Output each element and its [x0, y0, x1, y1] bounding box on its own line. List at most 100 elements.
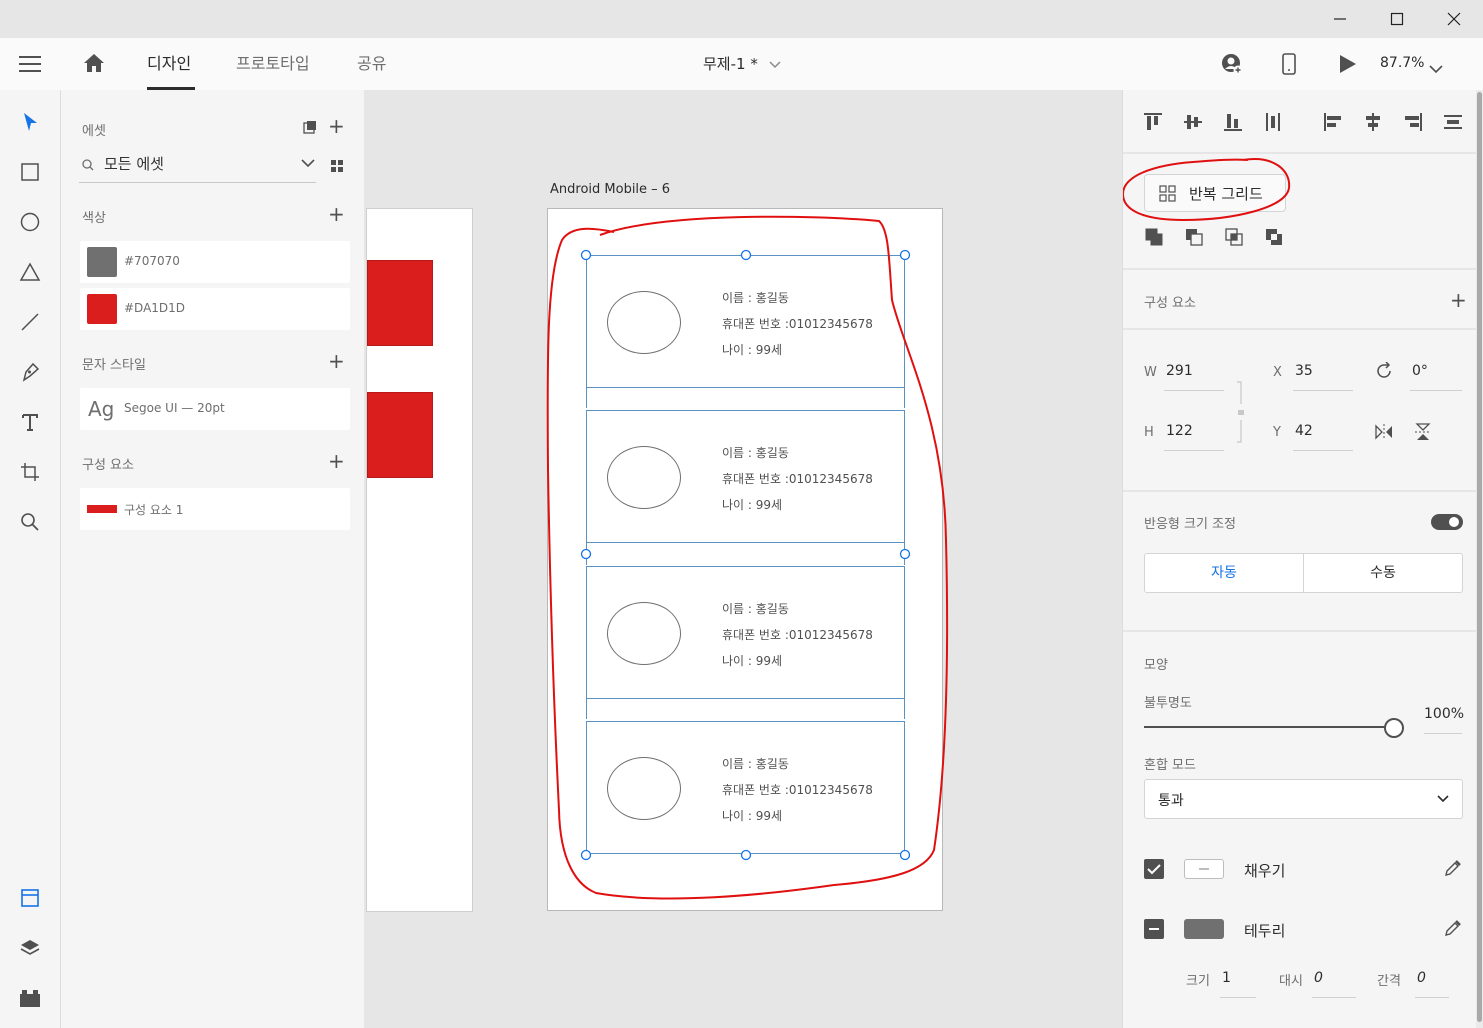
dash-value[interactable]: 0: [1314, 970, 1323, 986]
minimize-button[interactable]: [1313, 0, 1367, 38]
pen-tool[interactable]: [0, 354, 60, 390]
line-tool[interactable]: [0, 304, 60, 340]
x-value[interactable]: 35: [1295, 363, 1313, 379]
gap-value[interactable]: 0: [1417, 970, 1426, 986]
create-component-button[interactable]: +: [1450, 290, 1467, 310]
zoom-value[interactable]: 87.7%: [1380, 38, 1424, 90]
ellipse-icon: [20, 212, 40, 232]
color-asset-red[interactable]: #DA1D1D: [80, 288, 350, 330]
responsive-toggle[interactable]: [1431, 514, 1463, 530]
inspector-scrollbar-thumb[interactable]: [1477, 92, 1482, 1022]
component-thumbnail: [87, 505, 117, 513]
device-preview-button[interactable]: [1282, 53, 1296, 79]
align-bottom-button[interactable]: [1223, 112, 1243, 136]
y-value[interactable]: 42: [1295, 423, 1313, 439]
flip-horizontal-button[interactable]: [1375, 424, 1393, 444]
width-label: W: [1144, 365, 1157, 380]
add-asset-button[interactable]: +: [328, 116, 345, 136]
artboard-tool[interactable]: [0, 454, 60, 490]
invite-user-button[interactable]: [1221, 53, 1243, 79]
title-bar: [0, 0, 1483, 38]
asset-search[interactable]: 모든 에셋: [79, 150, 316, 183]
menu-button[interactable]: [19, 54, 41, 78]
align-center-button[interactable]: [1363, 112, 1383, 136]
blend-mode-select[interactable]: 통과: [1144, 779, 1463, 819]
exclude-boolean-button[interactable]: [1265, 228, 1283, 250]
color-asset-gray[interactable]: #707070: [80, 241, 350, 283]
width-value[interactable]: 291: [1166, 363, 1193, 379]
opacity-slider-thumb[interactable]: [1384, 718, 1404, 738]
subtract-boolean-button[interactable]: [1185, 228, 1203, 250]
responsive-resize-title: 반응형 크기 조정: [1144, 517, 1236, 532]
opacity-value[interactable]: 100%: [1424, 706, 1464, 722]
rotation-value[interactable]: 0°: [1412, 363, 1428, 379]
add-component-button[interactable]: +: [328, 451, 345, 471]
assets-panel-toggle[interactable]: [0, 880, 60, 916]
play-icon: [1340, 55, 1356, 73]
responsive-manual-button[interactable]: 수동: [1303, 553, 1463, 593]
opacity-slider-track[interactable]: [1144, 726, 1394, 728]
flip-vertical-button[interactable]: [1415, 423, 1431, 445]
align-top-button[interactable]: [1143, 112, 1163, 136]
home-button[interactable]: [83, 53, 105, 77]
fill-checkbox[interactable]: [1144, 859, 1164, 879]
zoom-tool[interactable]: [0, 504, 60, 540]
component-asset[interactable]: 구성 요소 1: [80, 488, 350, 530]
color-label: #DA1D1D: [124, 301, 186, 315]
close-button[interactable]: [1427, 0, 1481, 38]
align-right-button[interactable]: [1403, 112, 1423, 136]
lock-aspect-button[interactable]: [1235, 380, 1247, 444]
distribute-vertical-button[interactable]: [1263, 112, 1283, 136]
canvas[interactable]: Android Mobile – 6 이름 : 홍길동 휴대폰 번호 :0101…: [364, 90, 1122, 1028]
play-button[interactable]: [1339, 54, 1357, 78]
plugins-panel-toggle[interactable]: [0, 980, 60, 1016]
selection-handles: [580, 249, 911, 861]
search-icon: [82, 159, 94, 171]
tab-design[interactable]: 디자인: [147, 38, 191, 90]
border-eyedropper-button[interactable]: [1444, 919, 1462, 941]
tab-share[interactable]: 공유: [357, 38, 386, 90]
chevron-down-icon: [1437, 795, 1449, 803]
rotate-icon: [1377, 361, 1391, 378]
responsive-auto-button[interactable]: 자동: [1144, 553, 1304, 593]
ellipse-tool[interactable]: [0, 204, 60, 240]
grid-view-button[interactable]: [331, 158, 344, 177]
x-label: X: [1273, 365, 1282, 380]
height-value[interactable]: 122: [1166, 423, 1193, 439]
open-library-button[interactable]: [303, 119, 317, 138]
document-title[interactable]: 무제-1 *: [703, 38, 781, 90]
color-swatch: [87, 294, 117, 324]
align-left-button[interactable]: [1323, 112, 1343, 136]
text-tool[interactable]: [0, 404, 60, 440]
height-label: H: [1144, 425, 1154, 440]
select-tool[interactable]: [0, 104, 60, 140]
dash-label: 대시: [1279, 974, 1303, 989]
add-color-button[interactable]: +: [328, 204, 345, 224]
border-checkbox[interactable]: [1144, 919, 1164, 939]
zoom-dropdown[interactable]: [1429, 59, 1443, 78]
align-middle-icon: [1184, 115, 1202, 129]
layers-panel-toggle[interactable]: [0, 930, 60, 966]
border-color-swatch[interactable]: [1184, 919, 1224, 939]
intersect-boolean-button[interactable]: [1225, 228, 1243, 250]
boolean-subtract-icon: [1186, 229, 1203, 246]
fill-color-swatch[interactable]: [1184, 859, 1224, 879]
distribute-horizontal-button[interactable]: [1443, 112, 1463, 136]
tab-prototype[interactable]: 프로토타입: [236, 38, 310, 90]
align-top-icon: [1144, 113, 1162, 130]
add-character-style-button[interactable]: +: [328, 351, 345, 371]
add-boolean-button[interactable]: [1145, 228, 1163, 250]
stroke-size-value[interactable]: 1: [1222, 970, 1231, 986]
flip-vertical-icon: [1415, 423, 1431, 440]
fill-eyedropper-button[interactable]: [1444, 859, 1462, 881]
character-style-asset[interactable]: Ag Segoe UI — 20pt: [80, 388, 350, 430]
distribute-horizontal-icon: [1444, 115, 1462, 129]
rectangle-tool[interactable]: [0, 154, 60, 190]
align-middle-button[interactable]: [1183, 112, 1203, 136]
opacity-underline: [1424, 733, 1462, 734]
maximize-button[interactable]: [1370, 0, 1424, 38]
rotate-button[interactable]: [1375, 361, 1393, 384]
component-label: 구성 요소 1: [124, 503, 184, 517]
fill-label: 채우기: [1244, 862, 1286, 880]
polygon-tool[interactable]: [0, 254, 60, 290]
